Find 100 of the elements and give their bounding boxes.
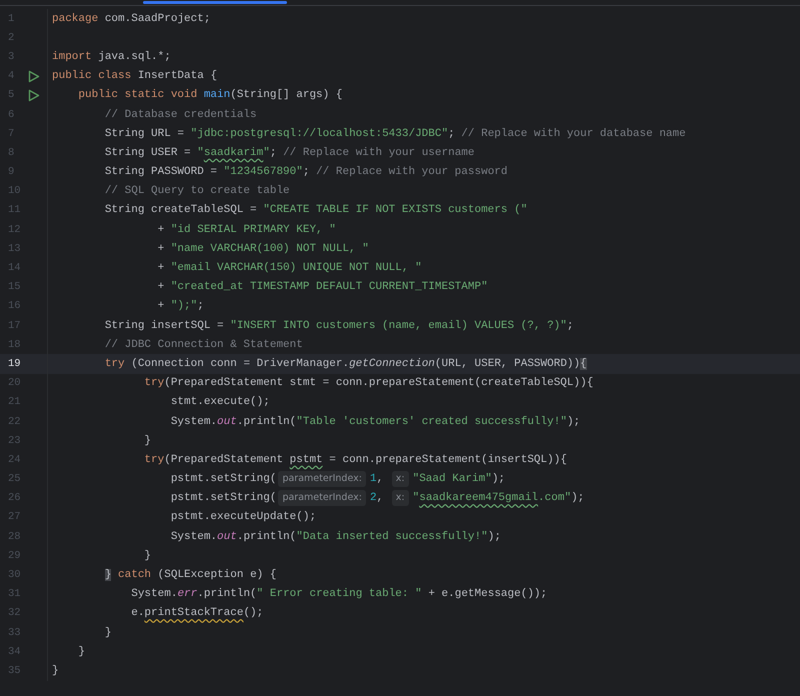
string-literal: "created_at TIMESTAMP DEFAULT CURRENT_TIMESTAMP" (170, 281, 488, 294)
code-text: ; (566, 320, 574, 332)
keyword: public static void (78, 89, 198, 102)
string-literal: "name VARCHAR(100) NOT NULL, " (170, 242, 369, 255)
code-text: pstmt.setString( (170, 492, 276, 504)
code-text: (); (243, 607, 264, 620)
parameter-hint: parameterIndex: (278, 471, 366, 488)
code-text: + (158, 300, 166, 312)
code-comment: // SQL Query to create table (104, 185, 290, 198)
code-text: ; (197, 300, 204, 312)
code-comment: // Replace with your database name (461, 128, 686, 140)
code-text: .println( (197, 588, 257, 600)
static-field: err (177, 588, 198, 600)
code-text: String URL = (104, 128, 186, 140)
code-text: } (144, 550, 152, 562)
string-literal: "INSERT INTO customers (name, email) VALUES (?, ?)" (230, 320, 567, 332)
code-text: , (376, 492, 384, 504)
string-literal: "email VARCHAR(150) UNIQUE NOT NULL, " (170, 262, 422, 274)
matched-brace: { (580, 358, 587, 370)
code-text: System. (170, 530, 218, 543)
code-text: } (52, 664, 59, 677)
code-text: + (158, 281, 166, 294)
code-text: com.SaadProject; (104, 12, 210, 25)
code-comment: // Database credentials (104, 108, 257, 121)
string-literal: "1234567890" (224, 166, 303, 178)
code-text: String PASSWORD = (104, 166, 218, 178)
keyword: try (144, 377, 164, 390)
code-text: ); (488, 530, 501, 543)
keyword: import (52, 50, 92, 63)
code-text: (URL, USER, PASSWORD)) (434, 358, 580, 370)
static-field: out (217, 416, 237, 428)
string-literal: ");" (170, 300, 198, 312)
run-icon[interactable] (28, 88, 40, 102)
code-text: stmt.execute(); (170, 396, 270, 408)
code-comment: // JDBC Connection & Statement (104, 338, 303, 351)
keyword: package (52, 12, 98, 25)
parameter-hint: parameterIndex: (278, 490, 366, 506)
parameter-hint: x: (392, 490, 409, 506)
string-literal: "Data inserted successfully!" (296, 530, 488, 543)
number-literal: 1 (370, 473, 377, 486)
string-literal: "id SERIAL PRIMARY KEY, " (170, 224, 336, 236)
code-text: String USER = (104, 146, 192, 159)
code-text: (SQLException e) { (158, 569, 276, 582)
code-text: .println( (236, 416, 296, 428)
code-text: System. (131, 588, 178, 600)
warned-method: printStackTrace (144, 607, 244, 620)
code-text: + (158, 224, 166, 236)
code-text: pstmt.setString( (170, 473, 276, 486)
code-text: + e.getMessage()); (428, 588, 548, 600)
code-text: ; (302, 166, 310, 178)
code-text: } (104, 626, 112, 639)
code-text: (PreparedStatement (164, 454, 284, 466)
code-comment: // Replace with your password (316, 166, 508, 178)
misspelled-word: pstmt (290, 454, 323, 466)
code-text: String createTableSQL = (104, 204, 258, 216)
code-text: + (158, 262, 166, 274)
string-literal: " (197, 146, 204, 159)
string-literal: .com" (538, 492, 572, 504)
code-text: } (78, 646, 86, 658)
run-icon[interactable] (28, 70, 40, 83)
keyword: try (144, 454, 164, 466)
code-text: , (376, 473, 384, 486)
string-literal: "Table 'customers' created successfully!" (296, 416, 567, 428)
code-text: ; (448, 128, 456, 140)
code-text: (String[] args) { (230, 89, 342, 102)
code-text: ; (270, 146, 278, 159)
method-name: main (204, 89, 230, 102)
string-literal: "jdbc:postgresql://localhost:5433/JDBC" (190, 128, 448, 140)
number-literal: 2 (370, 492, 377, 504)
keyword: public class (52, 70, 132, 82)
line-number: 19 (8, 358, 22, 370)
code-text: = conn.prepareStatement(insertSQL)){ (329, 454, 567, 466)
code-text: ); (492, 473, 506, 486)
string-literal: "Saad Karim" (412, 473, 492, 486)
string-literal: "CREATE TABLE IF NOT EXISTS customers (" (263, 204, 528, 216)
code-text: java.sql.*; (98, 50, 171, 63)
string-literal: " (412, 492, 420, 504)
code-comment: // Replace with your username (283, 146, 475, 159)
code-text: .println( (236, 530, 296, 543)
static-field: out (217, 530, 237, 543)
code-text: String insertSQL = (104, 320, 225, 332)
parameter-hint: x: (392, 471, 409, 488)
code-text: } (144, 434, 152, 447)
code-text: (PreparedStatement stmt = conn.prepareStatement(createTableSQL)){ (164, 377, 594, 390)
code-text: ); (571, 492, 584, 504)
string-literal: " (263, 146, 270, 159)
misspelled-word: saadkarim (204, 146, 264, 159)
misspelled-word: saadkareem475gmail (419, 492, 538, 504)
keyword: try (104, 358, 125, 370)
code-text: InsertData { (138, 70, 218, 82)
code-text: pstmt.executeUpdate(); (170, 511, 316, 524)
code-text: + (158, 242, 166, 255)
keyword: catch (118, 569, 152, 582)
code-text: e. (131, 607, 144, 620)
static-method-call: getConnection (349, 358, 435, 370)
matched-brace: } (104, 569, 112, 582)
string-literal: " Error creating table: " (256, 588, 422, 600)
code-text: System. (170, 416, 218, 428)
code-text: (Connection conn = DriverManager. (131, 358, 350, 370)
code-text: ); (566, 416, 580, 428)
